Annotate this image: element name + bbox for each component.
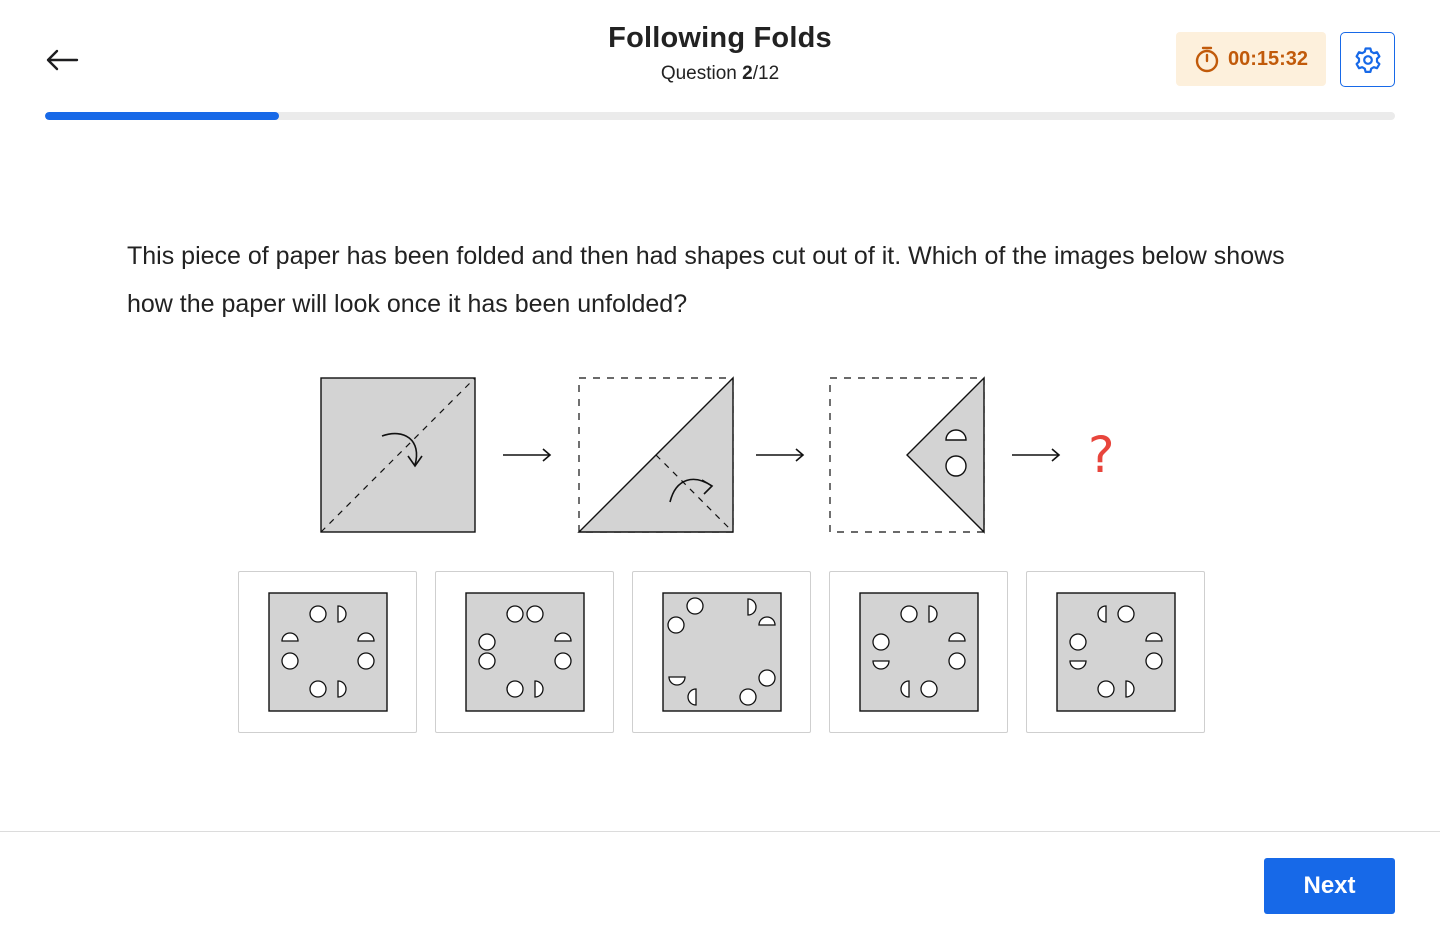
- option-d-graphic: [858, 592, 979, 712]
- answer-option-d[interactable]: [829, 571, 1008, 733]
- progress-bar: [45, 112, 1395, 120]
- settings-button[interactable]: [1340, 32, 1395, 87]
- sequence-arrow-1: [503, 448, 552, 462]
- question-current: 2: [742, 63, 753, 84]
- next-button[interactable]: Next: [1264, 858, 1395, 914]
- option-e-graphic: [1055, 592, 1176, 712]
- unknown-result-marker: ?: [1088, 426, 1115, 484]
- fold-sequence-graphic: ?: [320, 376, 1115, 534]
- progress-fill: [45, 112, 279, 120]
- question-prefix: Question: [660, 63, 743, 84]
- timer-badge: 00:15:32: [1176, 32, 1326, 86]
- option-b-graphic: [464, 592, 585, 712]
- fold-sequence: ?: [0, 370, 1440, 540]
- stopwatch-icon: [1195, 46, 1219, 73]
- timer-value: 00:15:32: [1227, 47, 1309, 70]
- fold-step-3: [829, 376, 985, 534]
- option-a-graphic: [267, 592, 388, 712]
- footer-divider: [0, 831, 1440, 832]
- question-total: /12: [752, 63, 780, 84]
- answer-option-b[interactable]: [435, 571, 614, 733]
- fold-step-2: [577, 376, 734, 533]
- answer-option-c[interactable]: [632, 571, 811, 733]
- answer-option-e[interactable]: [1026, 571, 1205, 733]
- fold-step-1: [320, 377, 476, 533]
- answer-option-a[interactable]: [238, 571, 417, 733]
- sequence-arrow-3: [1012, 448, 1061, 462]
- header: Following Folds Question 2/12 00:15:32: [0, 0, 1440, 130]
- option-c-graphic: [661, 592, 782, 712]
- sequence-arrow-2: [756, 448, 805, 462]
- answer-options: [238, 571, 1205, 733]
- question-text: This piece of paper has been folded and …: [127, 242, 1285, 318]
- gear-icon: [1355, 46, 1380, 73]
